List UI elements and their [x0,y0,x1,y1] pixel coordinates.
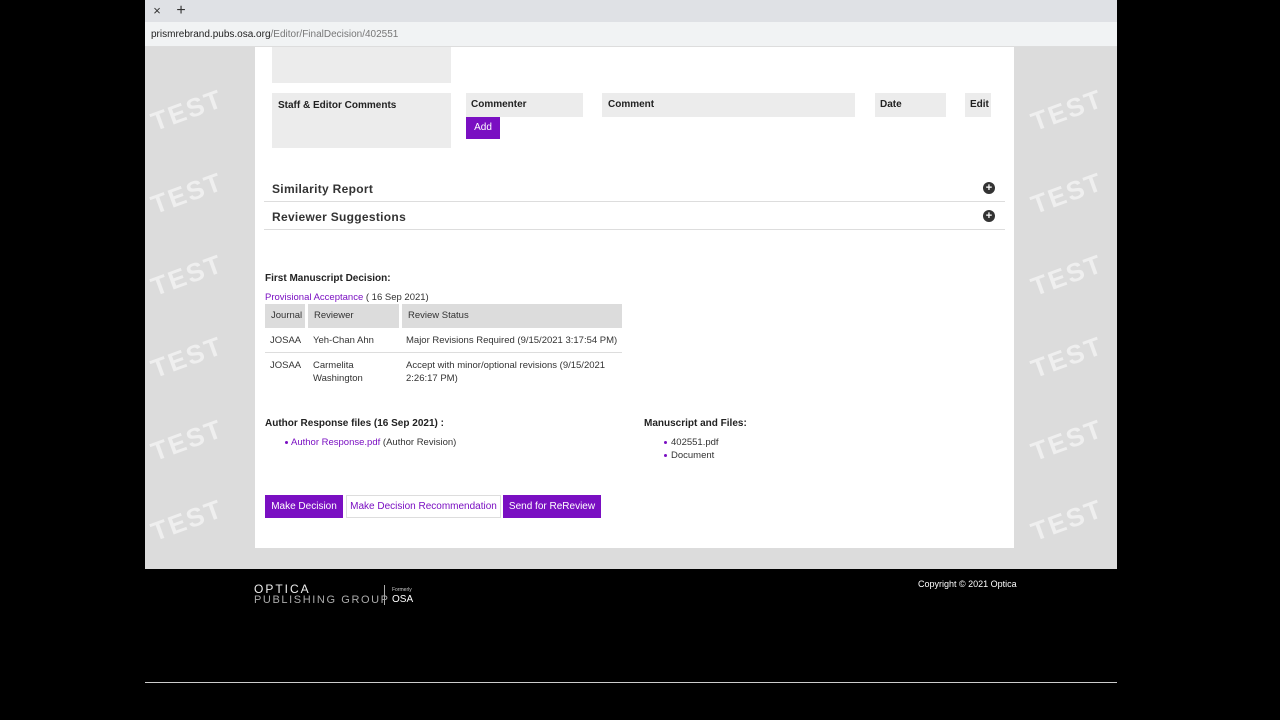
browser-window: × + prismrebrand.pubs.osa.org/Editor/Fin… [145,0,1117,569]
url-host: prismrebrand.pubs.osa.org [151,29,271,40]
previous-field-box [272,47,451,83]
decision-status-date: ( 16 Sep 2021) [365,292,429,303]
make-decision-button[interactable]: Make Decision [265,495,343,518]
comment-header-label: Comment [608,99,655,110]
logo-formerly: Formerly [392,587,412,593]
test-watermark: TEST [1026,248,1108,302]
row2-reviewer-link-line2[interactable]: Washington [313,373,363,384]
similarity-report-section[interactable]: Similarity Report + [264,174,1005,202]
commenter-header-label: Commenter [471,99,527,110]
manuscript-pdf-link[interactable]: 402551.pdf [671,437,719,448]
author-response-file: Author Response.pdf (Author Revision) [291,437,456,448]
staff-comments-box: Staff & Editor Comments [272,93,451,148]
reviewer-suggestions-title: Reviewer Suggestions [272,210,407,224]
row2-reviewer-link[interactable]: Carmelita [313,360,354,371]
date-header: Date [875,93,946,117]
edit-header-label: Edit [970,99,989,110]
manuscript-document-link[interactable]: Document [671,450,714,461]
commenter-header: Commenter [466,93,583,117]
author-response-file-note: (Author Revision) [382,437,457,448]
table-header-review-status: Review Status [402,304,622,328]
close-tab-icon[interactable]: × [149,3,165,19]
optica-logo[interactable]: OPTICA PUBLISHING GROUP Formerly OSA [254,582,424,608]
table-row-divider [265,352,622,353]
test-watermark: TEST [146,330,228,384]
table-header-journal: Journal [265,304,305,328]
row1-journal: JOSAA [270,335,302,346]
address-bar[interactable]: prismrebrand.pubs.osa.org/Editor/FinalDe… [145,22,1117,47]
similarity-report-title: Similarity Report [272,182,374,196]
reviewer-suggestions-section[interactable]: Reviewer Suggestions + [264,202,1005,230]
bullet-icon [664,441,667,444]
date-header-label: Date [880,99,902,110]
tab-bar: × + [145,0,1117,22]
manuscript-files-heading: Manuscript and Files: [644,418,747,429]
test-watermark: TEST [1026,413,1108,467]
main-content-panel: Staff & Editor Comments Commenter Commen… [255,47,1014,548]
url-path: /Editor/FinalDecision/402551 [270,29,399,40]
edit-header: Edit [965,93,991,117]
test-watermark: TEST [1026,330,1108,384]
new-tab-icon[interactable]: + [173,2,189,19]
decision-status-link[interactable]: Provisional Acceptance [265,292,363,303]
send-for-rereview-button[interactable]: Send for ReReview [503,495,601,518]
comment-header: Comment [602,93,855,117]
logo-divider [384,585,385,605]
decision-heading: First Manuscript Decision: [265,273,391,284]
copyright-text: Copyright © 2021 Optica [918,579,1017,589]
logo-line2: PUBLISHING GROUP [254,594,390,606]
row2-review-status-link[interactable]: Accept with minor/optional revisions (9/… [406,360,605,371]
test-watermark: TEST [1026,166,1108,220]
test-watermark: TEST [146,413,228,467]
author-response-file-link[interactable]: Author Response.pdf [291,437,380,448]
test-watermark: TEST [146,83,228,137]
add-comment-button[interactable]: Add [466,117,500,139]
decision-status: Provisional Acceptance ( 16 Sep 2021) [265,292,429,303]
bullet-icon [285,441,288,444]
expand-plus-icon[interactable]: + [983,182,995,194]
row1-reviewer-link[interactable]: Yeh-Chan Ahn [313,335,374,346]
make-decision-recommendation-button[interactable]: Make Decision Recommendation [346,495,501,518]
test-watermark: TEST [146,493,228,547]
footer-divider [145,682,1117,683]
test-watermark: TEST [146,166,228,220]
test-watermark: TEST [1026,493,1108,547]
expand-plus-icon[interactable]: + [983,210,995,222]
logo-osa: OSA [392,594,414,605]
table-header-reviewer: Reviewer [308,304,399,328]
author-response-heading: Author Response files (16 Sep 2021) : [265,418,444,429]
url-text[interactable]: prismrebrand.pubs.osa.org/Editor/FinalDe… [151,29,398,40]
staff-comments-label: Staff & Editor Comments [278,100,397,111]
row1-review-status-link[interactable]: Major Revisions Required (9/15/2021 3:17… [406,335,617,346]
row2-review-status-link-line2[interactable]: 2:26:17 PM) [406,373,458,384]
bullet-icon [664,454,667,457]
row2-journal: JOSAA [270,360,302,371]
test-watermark: TEST [1026,83,1108,137]
test-watermark: TEST [146,248,228,302]
